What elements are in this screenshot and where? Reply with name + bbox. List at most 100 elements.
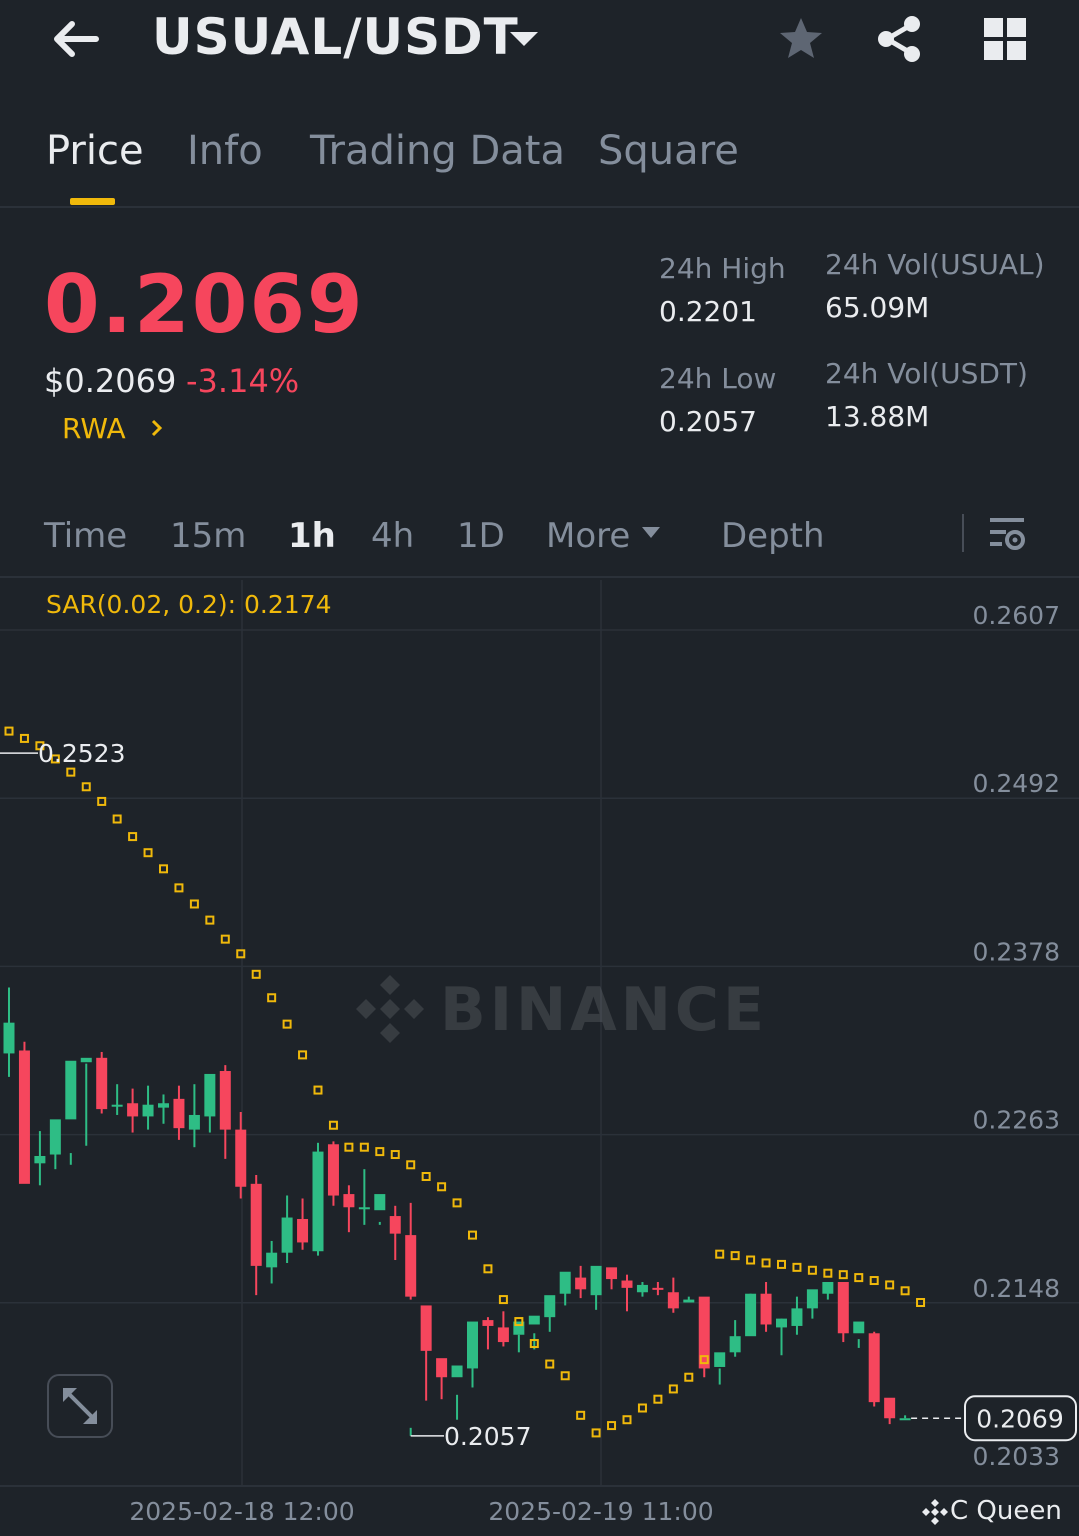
candle-body xyxy=(312,1151,324,1252)
candle-body xyxy=(652,1287,664,1290)
y-tick-label: 0.2378 xyxy=(973,937,1060,966)
chart-settings-icon[interactable] xyxy=(986,514,1028,556)
candle-body xyxy=(791,1308,803,1326)
candle-body xyxy=(884,1397,896,1419)
candle-body xyxy=(776,1318,787,1328)
candle-body xyxy=(34,1155,46,1164)
candle-body xyxy=(297,1218,309,1243)
divider xyxy=(962,514,964,552)
sar-dot xyxy=(97,796,107,806)
candle-body xyxy=(158,1103,169,1108)
main-tabs: Price Info Trading Data Square xyxy=(0,100,1079,208)
vol-quote-label: 24h Vol(USDT) xyxy=(825,357,1028,390)
sar-dot xyxy=(730,1251,740,1261)
sar-dot xyxy=(112,814,122,824)
share-icon[interactable] xyxy=(874,14,924,64)
back-arrow-icon[interactable] xyxy=(48,14,104,64)
sar-dot xyxy=(359,1142,369,1152)
low-value: 0.2057 xyxy=(659,405,757,438)
candle-body xyxy=(266,1252,278,1268)
sar-dot xyxy=(19,733,29,743)
candle-body xyxy=(327,1144,339,1196)
star-icon[interactable] xyxy=(776,14,826,64)
candle-body xyxy=(822,1281,834,1294)
sar-dot xyxy=(421,1172,431,1182)
sar-dot xyxy=(807,1265,817,1275)
interval-1d[interactable]: 1D xyxy=(457,516,505,556)
sar-dot xyxy=(792,1262,802,1272)
sar-dot xyxy=(483,1264,493,1274)
interval-more[interactable]: More xyxy=(546,516,630,556)
interval-time[interactable]: Time xyxy=(44,516,127,556)
fullscreen-button[interactable] xyxy=(47,1374,113,1438)
price-change-percent: -3.14% xyxy=(186,362,300,400)
sar-dot xyxy=(545,1359,555,1369)
y-tick-label: 0.2033 xyxy=(973,1442,1060,1471)
candle-body xyxy=(65,1060,77,1120)
top-bar: USUAL/USDT xyxy=(0,0,1079,85)
candle-body xyxy=(235,1129,247,1187)
expand-icon xyxy=(63,1388,97,1424)
caret-down-icon[interactable] xyxy=(640,524,662,542)
grid-icon[interactable] xyxy=(980,14,1030,64)
x-tick-label: 2025-02-18 12:00 xyxy=(129,1497,354,1526)
sar-dot xyxy=(375,1147,385,1157)
tab-square[interactable]: Square xyxy=(598,128,739,174)
sar-dot xyxy=(128,832,138,842)
sar-dot xyxy=(344,1142,354,1152)
candle-body xyxy=(606,1267,618,1280)
high-value: 0.2201 xyxy=(659,295,757,328)
sar-dot xyxy=(668,1384,678,1394)
sar-dot xyxy=(282,1019,292,1029)
sar-dot xyxy=(761,1258,771,1268)
interval-1h[interactable]: 1h xyxy=(288,516,336,556)
pair-title[interactable]: USUAL/USDT xyxy=(152,8,519,66)
sar-dot xyxy=(4,726,14,736)
sar-dot xyxy=(437,1182,447,1192)
active-tab-indicator xyxy=(70,198,115,205)
y-tick-label: 0.2263 xyxy=(973,1106,1060,1135)
x-tick-label: 2025-02-19 11:00 xyxy=(488,1497,713,1526)
candle-body xyxy=(389,1216,401,1234)
candle-body xyxy=(127,1103,139,1117)
rwa-tag-link[interactable]: RWA xyxy=(62,412,126,445)
caret-down-icon[interactable] xyxy=(506,24,542,54)
tab-info[interactable]: Info xyxy=(187,128,263,174)
candle-body xyxy=(250,1183,262,1266)
low-label: 24h Low xyxy=(659,362,777,395)
tab-trading-data[interactable]: Trading Data xyxy=(310,128,565,174)
watermark-text: BINANCE xyxy=(440,975,768,1045)
candle-body xyxy=(729,1336,741,1353)
vol-base-value: 65.09M xyxy=(825,291,930,324)
candle-body xyxy=(343,1194,355,1208)
interval-bar: Time 15m 1h 4h 1D More Depth xyxy=(0,500,1079,578)
sar-dot xyxy=(854,1273,864,1283)
candle-body xyxy=(636,1284,648,1293)
credit-label: C Queen xyxy=(920,1496,1062,1527)
sar-dot xyxy=(313,1085,323,1095)
sar-dot xyxy=(251,969,261,979)
interval-depth[interactable]: Depth xyxy=(721,516,825,556)
candle-body xyxy=(667,1292,679,1309)
sar-dot xyxy=(684,1372,694,1382)
candle-body xyxy=(575,1277,587,1290)
sar-dot xyxy=(900,1286,910,1296)
sar-dot xyxy=(220,934,230,944)
chevron-right-icon[interactable] xyxy=(148,417,166,439)
candle-body xyxy=(590,1265,602,1296)
candle-body xyxy=(482,1320,494,1326)
sar-dot xyxy=(715,1249,725,1259)
sar-dot xyxy=(637,1403,647,1413)
sar-dot xyxy=(468,1230,477,1240)
candle-body xyxy=(714,1352,726,1367)
interval-15m[interactable]: 15m xyxy=(170,516,246,556)
candlestick-chart[interactable]: 0.2607 0.2492 0.2378 0.2263 0.2148 0.2033 2025… xyxy=(0,580,1079,1536)
sar-dot xyxy=(66,767,76,777)
sar-dot xyxy=(823,1268,833,1278)
candle-body xyxy=(806,1289,818,1309)
candle-body xyxy=(467,1321,478,1369)
candle-body xyxy=(49,1119,61,1155)
interval-4h[interactable]: 4h xyxy=(371,516,414,556)
candle-body xyxy=(18,1050,30,1184)
tab-price[interactable]: Price xyxy=(46,128,144,174)
